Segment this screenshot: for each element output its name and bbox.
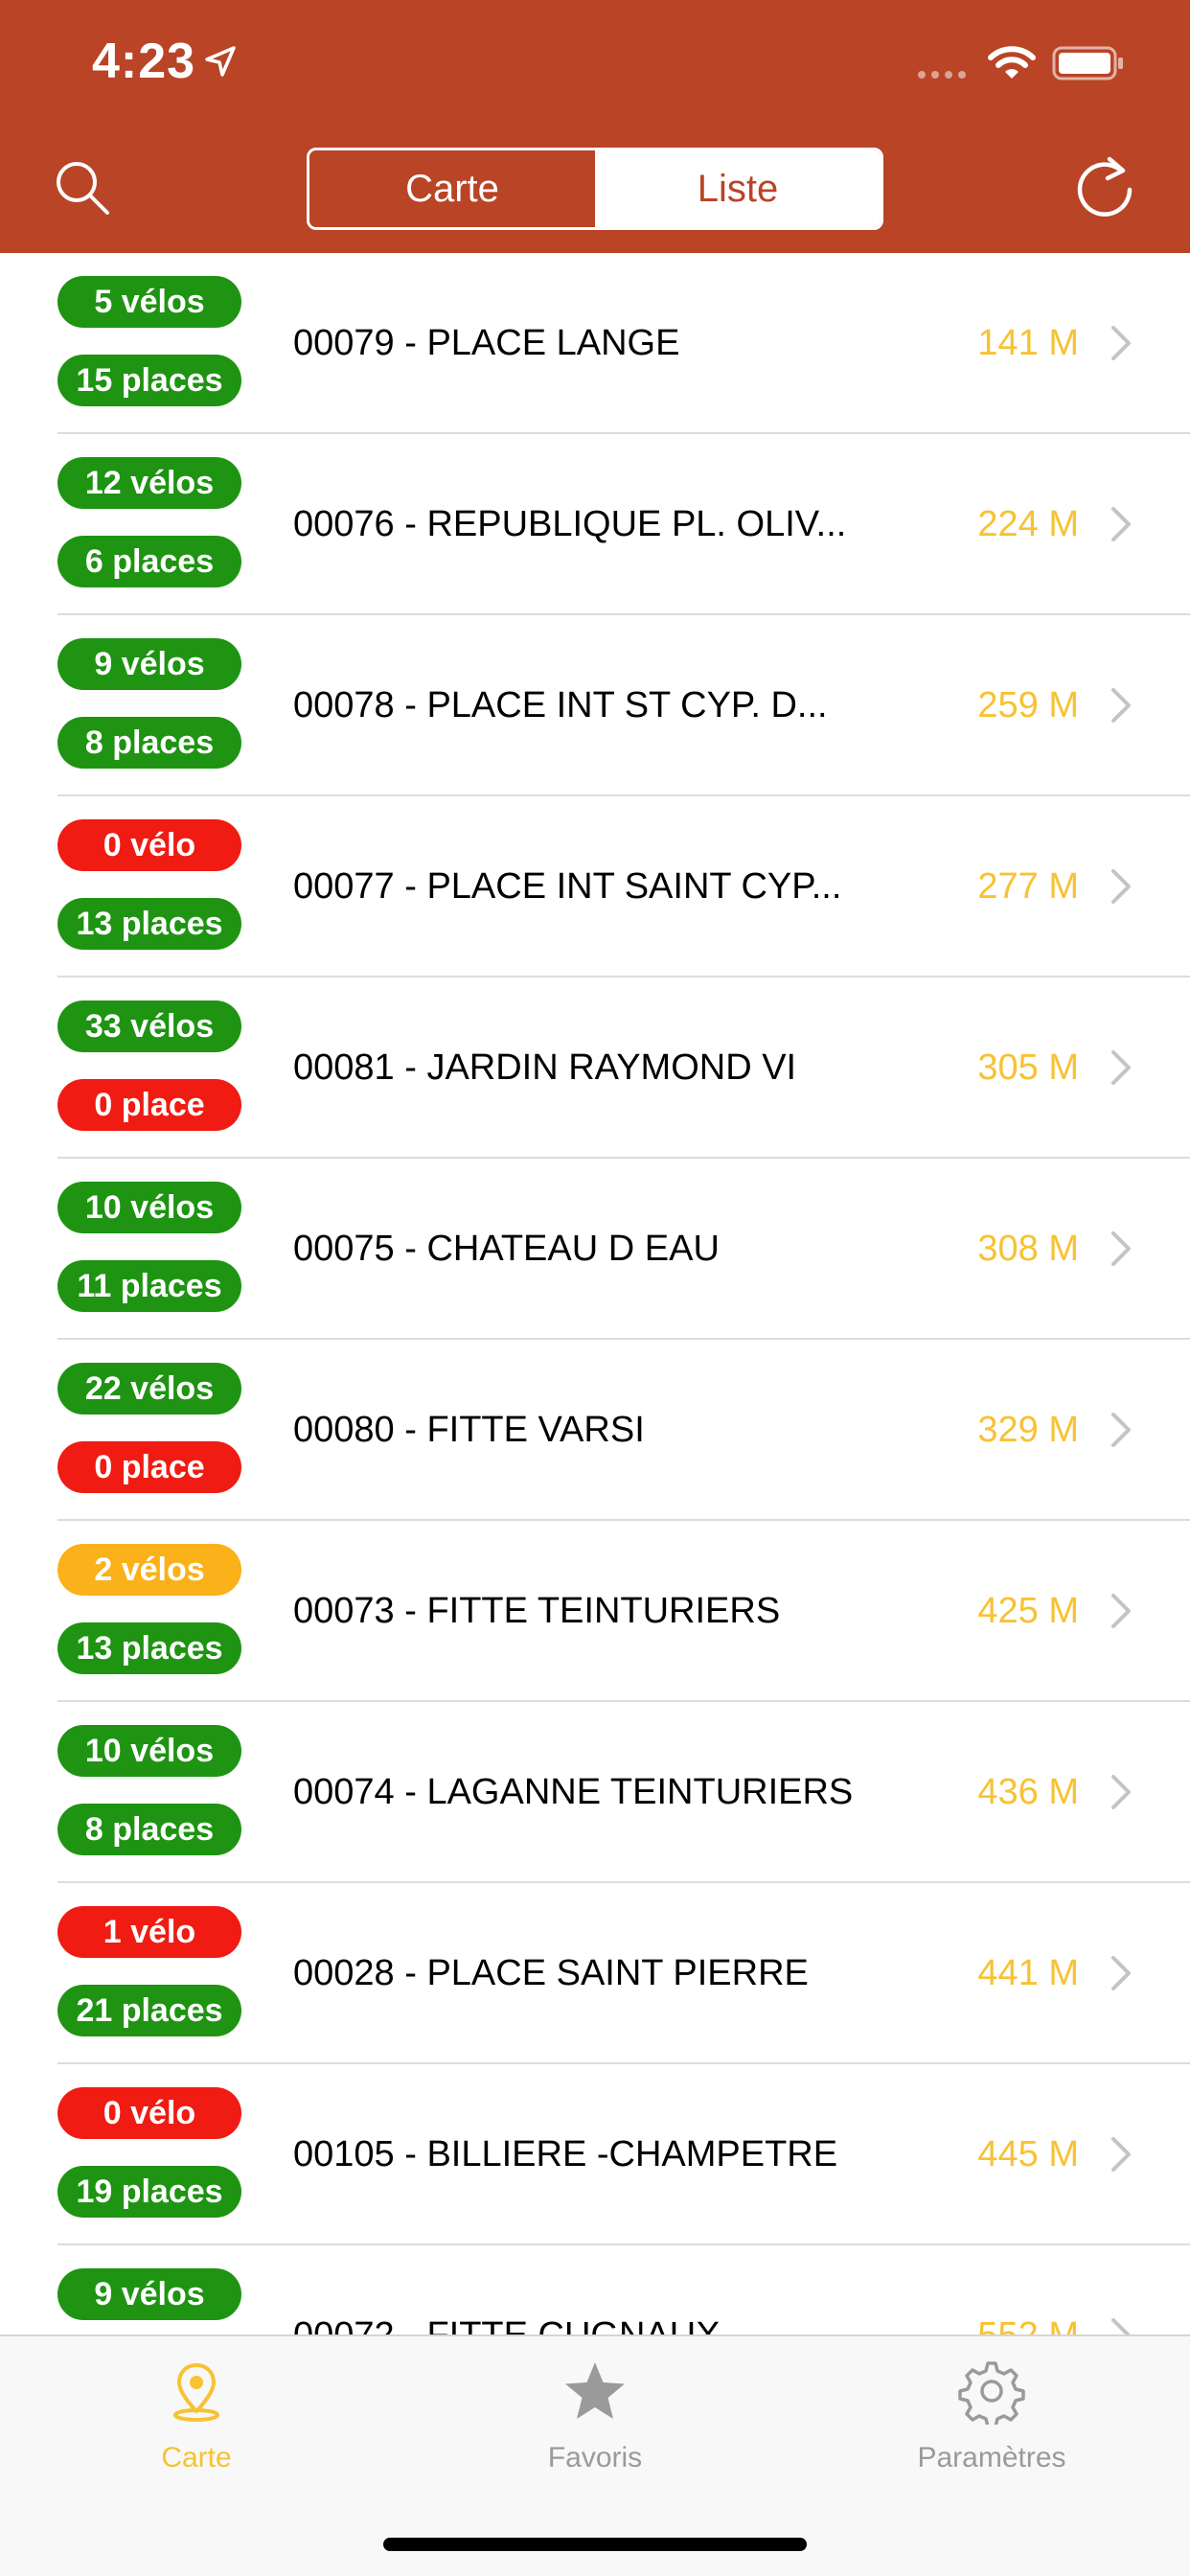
station-name: 00028 - PLACE SAINT PIERRE <box>293 1953 809 1993</box>
tab-parametres-label: Paramètres <box>917 2442 1066 2473</box>
bikes-available-badge: 10 vélos <box>57 1725 241 1777</box>
station-name: 00075 - CHATEAU D EAU <box>293 1229 720 1269</box>
station-distance: 277 M <box>977 866 1079 907</box>
places-available-badge: 8 places <box>57 717 241 769</box>
chevron-right-icon <box>1111 2137 1131 2172</box>
status-time: 4:23 <box>92 34 196 89</box>
station-distance: 441 M <box>977 1953 1079 1993</box>
bikes-available-badge: 5 vélos <box>57 276 241 328</box>
bikes-available-badge: 33 vélos <box>57 1000 241 1052</box>
cellular-signal-icon <box>918 71 966 79</box>
gear-icon <box>958 2361 1025 2425</box>
station-distance: 552 M <box>977 2245 1079 2334</box>
tab-carte[interactable]: Carte <box>72 2358 321 2482</box>
station-distance: 305 M <box>977 1047 1079 1088</box>
places-available-badge: 13 places <box>57 898 241 950</box>
star-icon <box>565 2362 625 2419</box>
chevron-right-icon <box>1111 1050 1131 1085</box>
navigation-header: 4:23 Carte Liste <box>0 0 1190 253</box>
bikes-available-badge: 0 vélo <box>57 819 241 871</box>
bikes-available-badge: 12 vélos <box>57 457 241 509</box>
tab-favoris-label: Favoris <box>547 2442 643 2473</box>
map-pin-icon <box>173 2362 219 2422</box>
bikes-available-badge: 1 vélo <box>57 1906 241 1958</box>
station-row[interactable]: 5 vélos 15 places 00079 - PLACE LANGE 141 M <box>0 253 1190 434</box>
places-available-badge: 21 places <box>57 1985 241 2036</box>
station-distance: 141 M <box>977 323 1079 363</box>
places-available-badge: 19 places <box>57 2166 241 2218</box>
station-name: 00080 - FITTE VARSI <box>293 1410 645 1450</box>
wifi-icon <box>988 46 1036 79</box>
tab-favoris[interactable]: Favoris <box>470 2358 720 2482</box>
view-mode-segmented-control: Carte Liste <box>307 148 883 230</box>
chevron-right-icon <box>1111 326 1131 360</box>
station-distance: 425 M <box>977 1591 1079 1631</box>
station-name: 00078 - PLACE INT ST CYP. D... <box>293 685 828 725</box>
station-distance: 224 M <box>977 504 1079 544</box>
location-arrow-icon <box>205 46 236 77</box>
bikes-available-badge: 22 vélos <box>57 1363 241 1414</box>
places-available-badge: 8 places <box>57 1804 241 1855</box>
station-name: 00072 - FITTE CUGNAUX <box>293 2245 721 2334</box>
station-distance: 259 M <box>977 685 1079 725</box>
station-name: 00079 - PLACE LANGE <box>293 323 680 363</box>
station-row[interactable]: 22 vélos 0 place 00080 - FITTE VARSI 329 M <box>0 1340 1190 1521</box>
station-name: 00077 - PLACE INT SAINT CYP... <box>293 866 842 907</box>
battery-icon <box>1052 46 1123 80</box>
chevron-right-icon <box>1111 2318 1131 2334</box>
chevron-right-icon <box>1111 1231 1131 1266</box>
chevron-right-icon <box>1111 1413 1131 1447</box>
bikes-available-badge: 9 vélos <box>57 638 241 690</box>
station-distance: 445 M <box>977 2134 1079 2174</box>
segment-carte[interactable]: Carte <box>309 150 595 227</box>
station-row[interactable]: 1 vélo 21 places 00028 - PLACE SAINT PIERR… <box>0 1883 1190 2064</box>
station-list[interactable]: 5 vélos 15 places 00079 - PLACE LANGE 141 M… <box>0 253 1190 2334</box>
bikes-available-badge: 9 vélos <box>57 2268 241 2320</box>
home-indicator[interactable] <box>383 2538 807 2551</box>
station-name: 00105 - BILLIERE -CHAMPETRE <box>293 2134 838 2174</box>
tab-carte-label: Carte <box>161 2442 232 2473</box>
chevron-right-icon <box>1111 688 1131 723</box>
station-name: 00076 - REPUBLIQUE PL. OLIV... <box>293 504 847 544</box>
station-name: 00074 - LAGANNE TEINTURIERS <box>293 1772 854 1812</box>
bikes-available-badge: 0 vélo <box>57 2087 241 2139</box>
station-distance: 436 M <box>977 1772 1079 1812</box>
chevron-right-icon <box>1111 1956 1131 1990</box>
station-row[interactable]: 12 vélos 6 places 00076 - REPUBLIQUE PL. O… <box>0 434 1190 615</box>
station-row[interactable]: 33 vélos 0 place 00081 - JARDIN RAYMOND VI… <box>0 978 1190 1159</box>
station-row[interactable]: 0 vélo 19 places 00105 - BILLIERE -CHAMPET… <box>0 2064 1190 2245</box>
places-available-badge: 13 places <box>57 1622 241 1674</box>
search-icon[interactable] <box>52 157 113 218</box>
station-distance: 308 M <box>977 1229 1079 1269</box>
station-name: 00073 - FITTE TEINTURIERS <box>293 1591 781 1631</box>
station-row[interactable]: 10 vélos 8 places 00074 - LAGANNE TEINTURI… <box>0 1702 1190 1883</box>
bikes-available-badge: 10 vélos <box>57 1182 241 1233</box>
station-row[interactable]: 0 vélo 13 places 00077 - PLACE INT SAINT C… <box>0 796 1190 978</box>
places-available-badge: 15 places <box>57 355 241 406</box>
places-available-badge: 0 place <box>57 1441 241 1493</box>
chevron-right-icon <box>1111 507 1131 541</box>
places-available-badge: 0 place <box>57 1079 241 1131</box>
station-name: 00081 - JARDIN RAYMOND VI <box>293 1047 797 1088</box>
station-row[interactable]: 2 vélos 13 places 00073 - FITTE TEINTURIER… <box>0 1521 1190 1702</box>
places-available-badge: 11 places <box>57 1260 241 1312</box>
chevron-right-icon <box>1111 1594 1131 1628</box>
station-row[interactable]: 10 vélos 11 places 00075 - CHATEAU D EAU 30… <box>0 1159 1190 1340</box>
segment-liste[interactable]: Liste <box>595 150 881 227</box>
station-row[interactable]: 9 vélos 00072 - FITTE CUGNAUX 552 M <box>0 2245 1190 2334</box>
tab-parametres[interactable]: Paramètres <box>867 2358 1116 2482</box>
bikes-available-badge: 2 vélos <box>57 1544 241 1596</box>
chevron-right-icon <box>1111 869 1131 904</box>
places-available-badge: 6 places <box>57 536 241 587</box>
chevron-right-icon <box>1111 1775 1131 1809</box>
refresh-icon[interactable] <box>1071 153 1138 220</box>
station-row[interactable]: 9 vélos 8 places 00078 - PLACE INT ST CYP.… <box>0 615 1190 796</box>
station-distance: 329 M <box>977 1410 1079 1450</box>
